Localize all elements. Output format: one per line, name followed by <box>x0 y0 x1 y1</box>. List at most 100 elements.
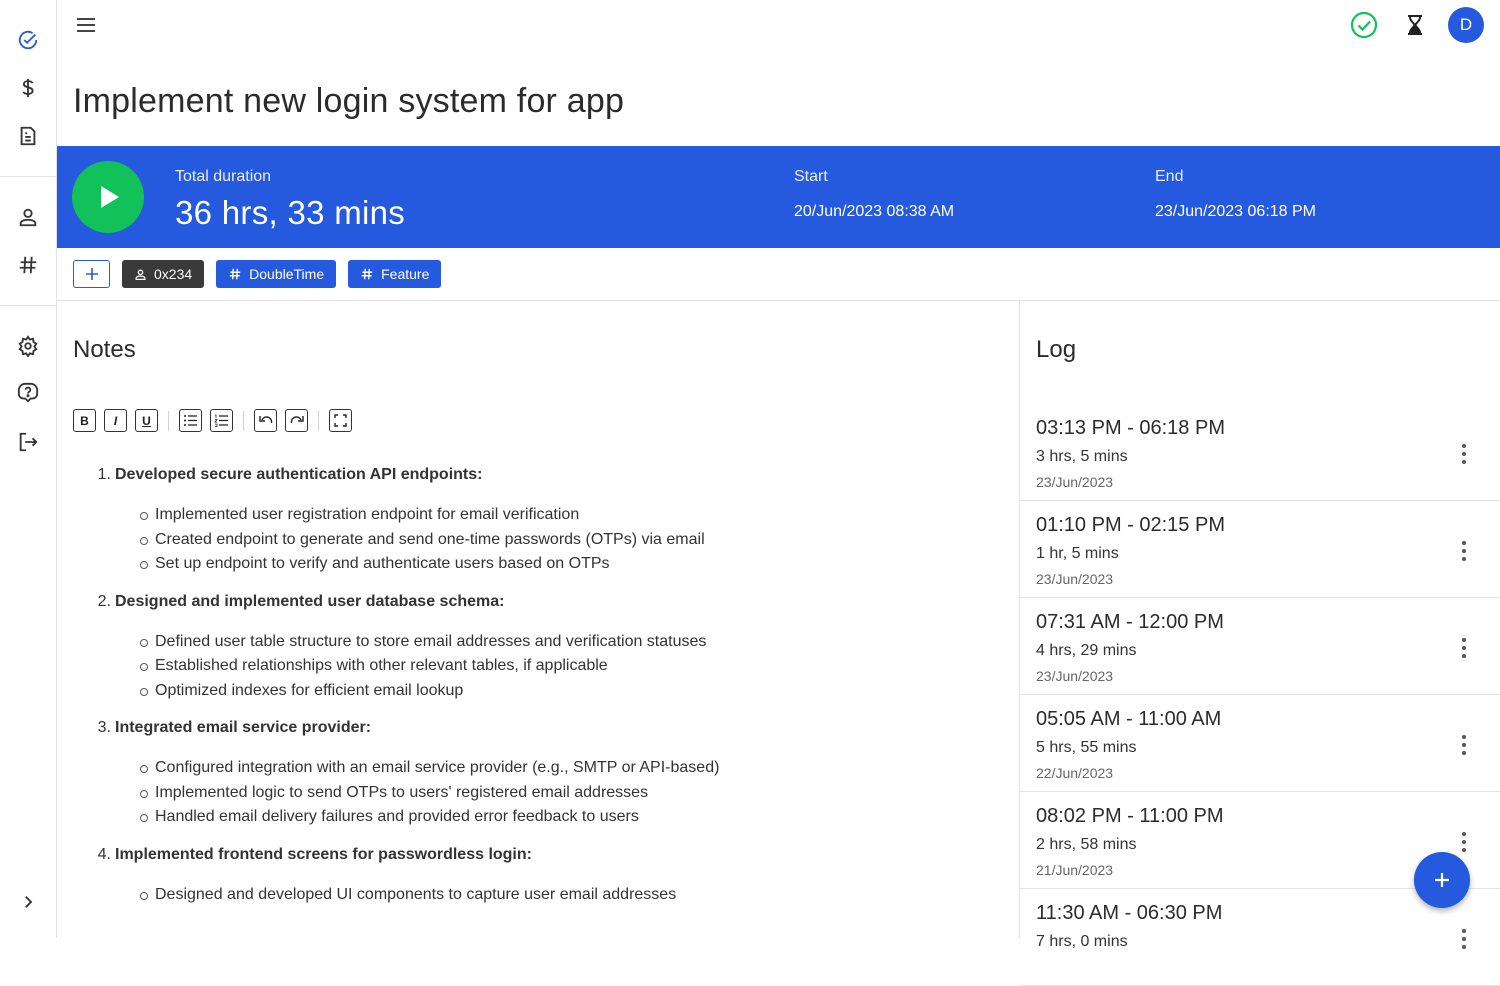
redo-button[interactable] <box>285 409 308 432</box>
file-icon[interactable] <box>16 124 40 148</box>
more-vert-icon[interactable] <box>1458 638 1470 658</box>
chevron-right-icon[interactable] <box>16 890 40 914</box>
note-subitem: Designed and developed UI components to … <box>139 883 1003 908</box>
sidebar-divider <box>0 305 56 306</box>
log-entry[interactable]: 07:31 AM - 12:00 PM 4 hrs, 29 mins 23/Ju… <box>1020 598 1500 695</box>
note-subitem: Implemented user registration endpoint f… <box>139 503 1003 528</box>
note-subitem: Handled email delivery failures and prov… <box>139 805 1003 830</box>
divider <box>57 300 1500 301</box>
note-number: 1. <box>73 463 115 487</box>
log-date: 21/Jun/2023 <box>1036 862 1113 878</box>
note-number: 2. <box>73 590 115 614</box>
note-item: 3.Integrated email service provider: Con… <box>73 716 1003 830</box>
page-title: Implement new login system for app <box>73 82 624 121</box>
chip-label: DoubleTime <box>249 266 324 282</box>
avatar[interactable]: D <box>1448 7 1484 43</box>
bullet-list-button[interactable] <box>179 409 202 432</box>
log-time-range: 11:30 AM - 06:30 PM <box>1036 902 1222 925</box>
log-entry[interactable]: 03:13 PM - 06:18 PM 3 hrs, 5 mins 23/Jun… <box>1020 404 1500 501</box>
note-subitem: Created endpoint to generate and send on… <box>139 528 1003 553</box>
more-vert-icon[interactable] <box>1458 541 1470 561</box>
log-time-range: 08:02 PM - 11:00 PM <box>1036 805 1224 828</box>
log-date: 23/Jun/2023 <box>1036 571 1113 587</box>
log-entry[interactable]: 01:10 PM - 02:15 PM 1 hr, 5 mins 23/Jun/… <box>1020 501 1500 598</box>
log-date: 23/Jun/2023 <box>1036 668 1113 684</box>
help-icon[interactable] <box>16 381 40 405</box>
log-date: 23/Jun/2023 <box>1036 474 1113 490</box>
chip-label: 0x234 <box>154 266 192 282</box>
italic-button[interactable]: I <box>104 409 127 432</box>
menu-icon[interactable] <box>77 13 103 37</box>
note-number: 4. <box>73 843 115 867</box>
hourglass-icon[interactable] <box>1400 10 1430 40</box>
fullscreen-icon <box>334 414 347 427</box>
play-button[interactable] <box>72 161 144 233</box>
more-vert-icon[interactable] <box>1458 929 1470 949</box>
log-duration: 7 hrs, 0 mins <box>1036 933 1128 951</box>
chip-tag-doubletime[interactable]: DoubleTime <box>216 260 336 288</box>
hash-icon <box>360 267 374 281</box>
gear-icon[interactable] <box>16 334 40 358</box>
note-number: 3. <box>73 716 115 740</box>
note-item: 2.Designed and implemented user database… <box>73 590 1003 704</box>
undo-button[interactable] <box>254 409 277 432</box>
bold-button[interactable]: B <box>73 409 96 432</box>
note-heading: Integrated email service provider: <box>115 716 371 740</box>
undo-icon <box>259 415 273 427</box>
notes-title: Notes <box>73 336 136 364</box>
check-circle-status-icon[interactable] <box>1349 10 1379 40</box>
log-entry[interactable]: 05:05 AM - 11:00 AM 5 hrs, 55 mins 22/Ju… <box>1020 695 1500 792</box>
more-vert-icon[interactable] <box>1458 735 1470 755</box>
more-vert-icon[interactable] <box>1458 832 1470 852</box>
toolbar-divider <box>318 411 319 431</box>
note-heading: Implemented frontend screens for passwor… <box>115 843 532 867</box>
plus-icon <box>84 266 100 282</box>
log-time-range: 07:31 AM - 12:00 PM <box>1036 611 1224 634</box>
log-date: 22/Jun/2023 <box>1036 765 1113 781</box>
note-item: 4.Implemented frontend screens for passw… <box>73 843 1003 908</box>
tag-chips: 0x234 DoubleTime Feature <box>73 260 441 288</box>
check-circle-icon[interactable] <box>16 28 40 52</box>
person-icon[interactable] <box>16 205 40 229</box>
add-tag-button[interactable] <box>73 260 110 288</box>
note-subitem: Established relationships with other rel… <box>139 654 1003 679</box>
more-vert-icon[interactable] <box>1458 444 1470 464</box>
end-label: End <box>1155 168 1183 186</box>
log-duration: 5 hrs, 55 mins <box>1036 739 1136 757</box>
logout-icon[interactable] <box>16 430 40 454</box>
person-icon <box>134 268 147 281</box>
end-value: 23/Jun/2023 06:18 PM <box>1155 203 1316 221</box>
note-item: 1.Developed secure authentication API en… <box>73 463 1003 577</box>
start-value: 20/Jun/2023 08:38 AM <box>794 203 954 221</box>
log-duration: 1 hr, 5 mins <box>1036 545 1119 563</box>
play-icon <box>93 182 123 212</box>
log-time-range: 01:10 PM - 02:15 PM <box>1036 514 1225 537</box>
top-bar: D <box>57 0 1500 52</box>
numbered-list-button[interactable] <box>210 409 233 432</box>
chip-tag-feature[interactable]: Feature <box>348 260 441 288</box>
bullet-list-icon <box>183 414 198 427</box>
add-log-button[interactable] <box>1414 852 1470 908</box>
note-heading: Designed and implemented user database s… <box>115 590 504 614</box>
log-duration: 2 hrs, 58 mins <box>1036 836 1136 854</box>
numbered-list-icon <box>214 414 229 427</box>
note-subitem: Set up endpoint to verify and authentica… <box>139 552 1003 577</box>
hash-icon[interactable] <box>16 253 40 277</box>
dollar-icon[interactable] <box>16 76 40 100</box>
start-label: Start <box>794 168 828 186</box>
total-duration-label: Total duration <box>175 168 271 186</box>
fullscreen-button[interactable] <box>329 409 352 432</box>
underline-button[interactable]: U <box>135 409 158 432</box>
chip-client[interactable]: 0x234 <box>122 260 204 288</box>
total-duration-value: 36 hrs, 33 mins <box>175 194 405 232</box>
log-time-range: 05:05 AM - 11:00 AM <box>1036 708 1221 731</box>
notes-content[interactable]: 1.Developed secure authentication API en… <box>73 463 1003 920</box>
log-duration: 3 hrs, 5 mins <box>1036 448 1128 466</box>
note-subitem: Configured integration with an email ser… <box>139 756 1003 781</box>
plus-icon <box>1432 870 1452 890</box>
note-heading: Developed secure authentication API endp… <box>115 463 482 487</box>
sidebar <box>0 0 57 938</box>
note-subitem: Optimized indexes for efficient email lo… <box>139 679 1003 704</box>
chip-label: Feature <box>381 266 429 282</box>
toolbar-divider <box>168 411 169 431</box>
